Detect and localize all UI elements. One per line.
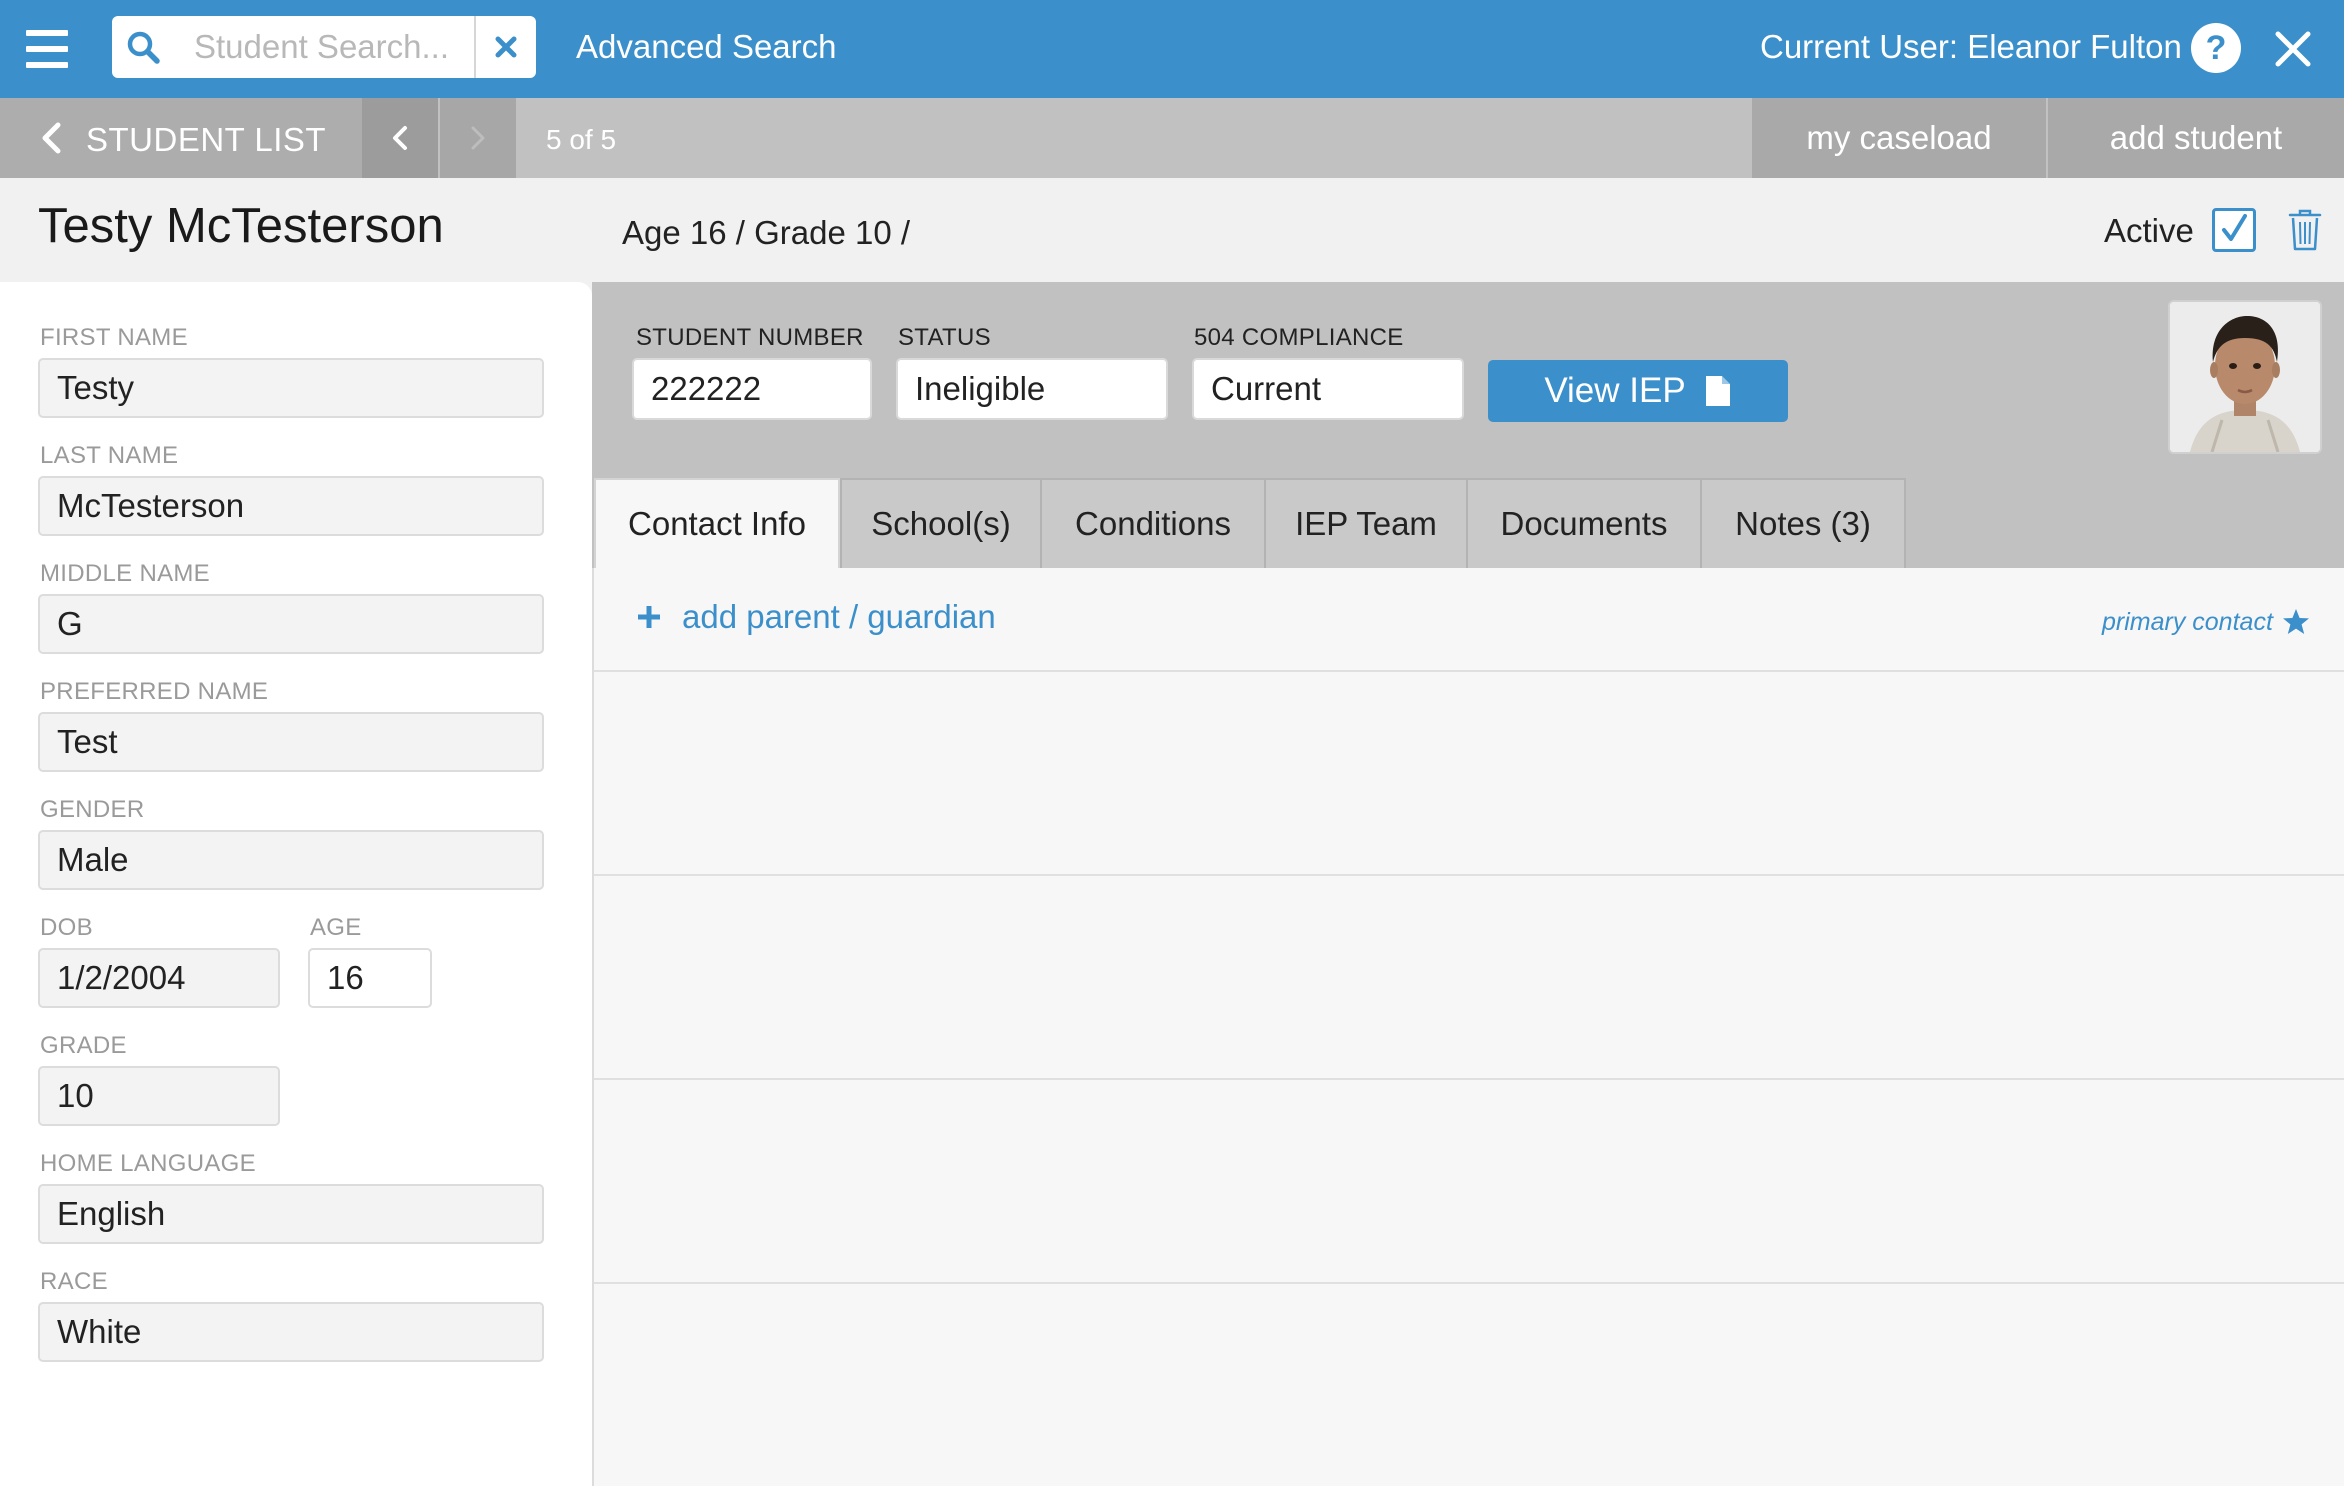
clear-icon[interactable] [476, 16, 536, 78]
view-iep-label: View IEP [1544, 371, 1686, 410]
student-name-title: Testy McTesterson [38, 199, 444, 253]
help-icon[interactable]: ? [2190, 22, 2242, 74]
student-photo [2168, 300, 2322, 454]
tab-iep-team[interactable]: IEP Team [1264, 478, 1468, 568]
preferred-name-label: PREFERRED NAME [40, 678, 269, 705]
search-icon[interactable] [124, 28, 164, 68]
age-grade-breadcrumb: Age 16 / Grade 10 / [622, 214, 911, 251]
first-name-label: FIRST NAME [40, 324, 188, 351]
chevron-left-icon [42, 122, 61, 154]
tab-contact-info[interactable]: Contact Info [594, 478, 840, 568]
contact-info-panel [592, 568, 2344, 1486]
search-box [112, 16, 536, 78]
active-label: Active [2104, 212, 2194, 249]
dob-field[interactable]: 1/2/2004 [38, 948, 280, 1008]
tab-conditions[interactable]: Conditions [1040, 478, 1266, 568]
primary-contact-legend: primary contact [2102, 608, 2273, 636]
menu-icon[interactable] [26, 30, 68, 68]
top-bar: Advanced Search Current User: Eleanor Fu… [0, 0, 2344, 98]
last-name-label: LAST NAME [40, 442, 179, 469]
trash-icon[interactable] [2288, 208, 2322, 252]
row-divider [594, 1282, 2344, 1284]
add-student-button[interactable]: add student [2048, 98, 2344, 178]
view-iep-button[interactable]: View IEP [1488, 360, 1788, 422]
pager-text: 5 of 5 [546, 124, 617, 155]
active-checkbox[interactable] [2212, 208, 2256, 252]
last-name-field[interactable]: McTesterson [38, 476, 544, 536]
home-language-label: HOME LANGUAGE [40, 1150, 256, 1177]
status-label: STATUS [898, 324, 991, 351]
tab-notes[interactable]: Notes (3) [1700, 478, 1906, 568]
document-icon [1705, 376, 1730, 406]
age-label: AGE [310, 914, 362, 941]
grade-label: GRADE [40, 1032, 127, 1059]
chevron-right-icon [471, 126, 485, 150]
previous-student-button[interactable] [362, 98, 438, 178]
advanced-search-link[interactable]: Advanced Search [576, 28, 837, 66]
close-icon[interactable] [2274, 30, 2312, 68]
student-nav-bar: STUDENT LIST 5 of 5 my caseload add stud… [0, 98, 2344, 178]
plus-icon [638, 606, 660, 628]
tab-schools[interactable]: School(s) [840, 478, 1042, 568]
student-number-label: STUDENT NUMBER [636, 324, 864, 351]
current-user-label: Current User: Eleanor Fulton [1760, 28, 2182, 65]
compliance-field[interactable]: Current [1192, 358, 1464, 420]
chevron-left-icon [393, 126, 407, 150]
tab-documents[interactable]: Documents [1466, 478, 1702, 568]
svg-text:?: ? [2206, 29, 2227, 67]
compliance-label: 504 COMPLIANCE [1194, 324, 1404, 351]
first-name-field[interactable]: Testy [38, 358, 544, 418]
student-number-field[interactable]: 222222 [632, 358, 872, 420]
checkbox-icon [2222, 214, 2247, 241]
add-parent-guardian-label: add parent / guardian [682, 598, 996, 635]
race-field[interactable]: White [38, 1302, 544, 1362]
grade-field[interactable]: 10 [38, 1066, 280, 1126]
dob-label: DOB [40, 914, 93, 941]
star-icon [2283, 609, 2309, 634]
row-divider [594, 670, 2344, 672]
student-list-label: STUDENT LIST [86, 121, 327, 158]
gender-field[interactable]: Male [38, 830, 544, 890]
demographics-panel: FIRST NAME Testy LAST NAME McTesterson M… [0, 282, 592, 1486]
status-field[interactable]: Ineligible [896, 358, 1168, 420]
middle-name-field[interactable]: G [38, 594, 544, 654]
my-caseload-button[interactable]: my caseload [1752, 98, 2046, 178]
student-list-button[interactable]: STUDENT LIST [0, 98, 362, 178]
home-language-field[interactable]: English [38, 1184, 544, 1244]
add-parent-guardian-link[interactable]: add parent / guardian [636, 598, 996, 636]
search-input[interactable] [174, 16, 474, 78]
preferred-name-field[interactable]: Test [38, 712, 544, 772]
gender-label: GENDER [40, 796, 145, 823]
age-field[interactable]: 16 [308, 948, 432, 1008]
row-divider [594, 1078, 2344, 1080]
row-divider [594, 874, 2344, 876]
next-student-button[interactable] [440, 98, 516, 178]
race-label: RACE [40, 1268, 108, 1295]
middle-name-label: MIDDLE NAME [40, 560, 210, 587]
